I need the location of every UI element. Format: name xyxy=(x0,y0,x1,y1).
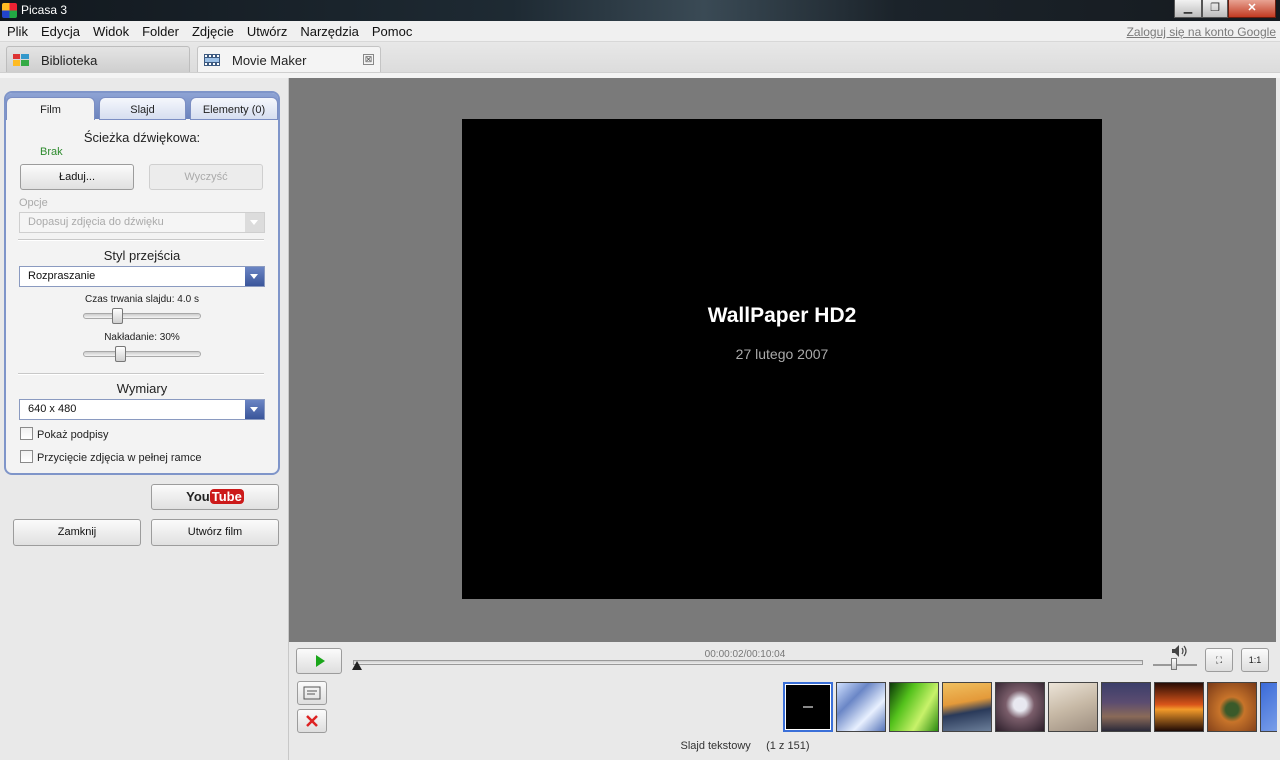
soundtrack-title: Ścieżka dźwiękowa: xyxy=(83,130,201,145)
divider xyxy=(18,239,264,241)
youtube-logo-tube: Tube xyxy=(209,489,244,504)
filmstrip xyxy=(783,682,1277,734)
create-movie-button[interactable]: Utwórz film xyxy=(151,519,279,546)
movie-settings-box: Film Slajd Elementy (0) Ścieżka dźwiękow… xyxy=(4,91,280,475)
duration-slider-thumb[interactable] xyxy=(112,308,124,324)
google-signin-link[interactable]: Zaloguj się na konto Google xyxy=(1127,25,1276,39)
fit-view-icon: ⛶ xyxy=(1215,655,1223,665)
green-leaf-thumb[interactable] xyxy=(889,682,939,732)
slide-title: WallPaper HD2 xyxy=(707,304,857,327)
main-tab-bar: Biblioteka Movie Maker ⊠ xyxy=(0,42,1280,72)
mountain-sunset-thumb[interactable] xyxy=(942,682,992,732)
delete-x-icon xyxy=(306,715,318,727)
soundtrack-value: Brak xyxy=(40,146,63,158)
add-text-slide-button[interactable] xyxy=(297,681,327,705)
tab-close-icon[interactable]: ⊠ xyxy=(363,54,374,65)
overlap-label: Nakładanie: 30% xyxy=(104,332,180,343)
tab-library-label: Biblioteka xyxy=(41,53,98,68)
player-controls: 00:00:02/00:10:04 ⛶ 1:1 Slajd tekstowy (… xyxy=(288,642,1280,760)
sky-plane-thumb[interactable] xyxy=(1048,682,1098,732)
library-icon xyxy=(13,54,29,66)
menu-edit[interactable]: Edycja xyxy=(34,21,86,39)
delete-slide-button[interactable] xyxy=(297,709,327,733)
dimensions-select[interactable]: 640 x 480 xyxy=(19,399,265,420)
transition-title: Styl przejścia xyxy=(103,248,181,263)
title-bar: Picasa 3 ▁ ❐ ✕ xyxy=(0,0,1280,21)
picasa-app-icon xyxy=(2,3,17,18)
maximize-button[interactable]: ❐ xyxy=(1202,0,1228,18)
menu-folder[interactable]: Folder xyxy=(135,21,185,39)
dimensions-value: 640 x 480 xyxy=(28,403,77,415)
full-frame-crop-label: Przycięcie zdjęcia w pełnej ramce xyxy=(37,452,202,464)
canyon-river-thumb[interactable] xyxy=(1207,682,1257,732)
slide-subtitle: 27 lutego 2007 xyxy=(735,346,829,362)
transition-select[interactable]: Rozpraszanie xyxy=(19,266,265,287)
audio-options-select[interactable]: Dopasuj zdjęcia do dźwięku xyxy=(19,212,265,233)
chevron-down-icon xyxy=(245,213,264,232)
transition-value: Rozpraszanie xyxy=(28,270,96,282)
partial-blue-thumb[interactable] xyxy=(1260,682,1277,732)
coast-dusk-thumb[interactable] xyxy=(1101,682,1151,732)
left-panel: Film Slajd Elementy (0) Ścieżka dźwiękow… xyxy=(0,78,288,760)
show-captions-label: Pokaż podpisy xyxy=(37,429,109,441)
tab-movie-maker-label: Movie Maker xyxy=(232,53,307,68)
close-button[interactable]: Zamknij xyxy=(13,519,141,546)
chevron-down-icon xyxy=(245,267,264,286)
timeline-track[interactable] xyxy=(353,660,1143,665)
youtube-upload-button[interactable]: You Tube xyxy=(151,484,279,510)
close-window-button[interactable]: ✕ xyxy=(1228,0,1276,18)
menu-file[interactable]: Plik xyxy=(0,21,34,39)
tab-library[interactable]: Biblioteka xyxy=(6,46,190,72)
tab-movie-maker[interactable]: Movie Maker ⊠ xyxy=(197,46,381,72)
menu-bar: Plik Edycja Widok Folder Zdjęcie Utwórz Narzęd… xyxy=(0,21,1280,42)
text-slide-mini-title xyxy=(803,706,813,708)
airplane-thumb[interactable] xyxy=(995,682,1045,732)
orange-sunset-thumb[interactable] xyxy=(1154,682,1204,732)
volume-icon[interactable] xyxy=(1171,644,1189,658)
audio-options-value: Dopasuj zdjęcia do dźwięku xyxy=(28,216,164,228)
tab-film[interactable]: Film xyxy=(6,97,95,120)
slide-preview: WallPaper HD2 27 lutego 2007 xyxy=(462,119,1102,599)
tab-elements[interactable]: Elementy (0) xyxy=(190,97,278,120)
overlap-slider-thumb[interactable] xyxy=(115,346,127,362)
menu-create[interactable]: Utwórz xyxy=(240,21,293,39)
actual-size-button[interactable]: 1:1 xyxy=(1241,648,1269,672)
minimize-button[interactable]: ▁ xyxy=(1174,0,1202,18)
status-label: Slajd tekstowy xyxy=(680,740,751,752)
options-label: Opcje xyxy=(19,197,48,209)
clear-audio-button[interactable]: Wyczyść xyxy=(149,164,263,190)
text-slide-thumb[interactable] xyxy=(783,682,833,732)
full-frame-crop-checkbox[interactable] xyxy=(20,450,33,463)
status-bar: Slajd tekstowy (1 z 151) xyxy=(289,740,1201,752)
show-captions-checkbox[interactable] xyxy=(20,427,33,440)
slide-count: (1 z 151) xyxy=(766,740,810,752)
film-icon xyxy=(204,54,220,66)
load-audio-button[interactable]: Ładuj... xyxy=(20,164,134,190)
fit-view-button[interactable]: ⛶ xyxy=(1205,648,1233,672)
blue-waves-thumb[interactable] xyxy=(836,682,886,732)
duration-label: Czas trwania slajdu: 4.0 s xyxy=(85,294,199,305)
youtube-logo-you: You xyxy=(186,489,210,504)
playback-time: 00:00:02/00:10:04 xyxy=(704,649,786,660)
menu-tools[interactable]: Narzędzia xyxy=(293,21,365,39)
actual-size-label: 1:1 xyxy=(1248,655,1262,665)
overlap-slider-track[interactable] xyxy=(83,351,201,357)
volume-slider-thumb[interactable] xyxy=(1171,658,1177,670)
dimensions-title: Wymiary xyxy=(116,381,168,396)
menu-help[interactable]: Pomoc xyxy=(365,21,418,39)
playhead-marker[interactable] xyxy=(352,661,363,670)
chevron-down-icon xyxy=(245,400,264,419)
menu-view[interactable]: Widok xyxy=(86,21,135,39)
menu-picture[interactable]: Zdjęcie xyxy=(185,21,240,39)
text-slide-icon xyxy=(303,686,321,700)
tab-slide[interactable]: Slajd xyxy=(99,97,186,120)
divider xyxy=(18,373,264,375)
duration-slider-track[interactable] xyxy=(83,313,201,319)
settings-tab-bar: Film Slajd Elementy (0) xyxy=(6,93,278,120)
window-title: Picasa 3 xyxy=(21,3,68,17)
